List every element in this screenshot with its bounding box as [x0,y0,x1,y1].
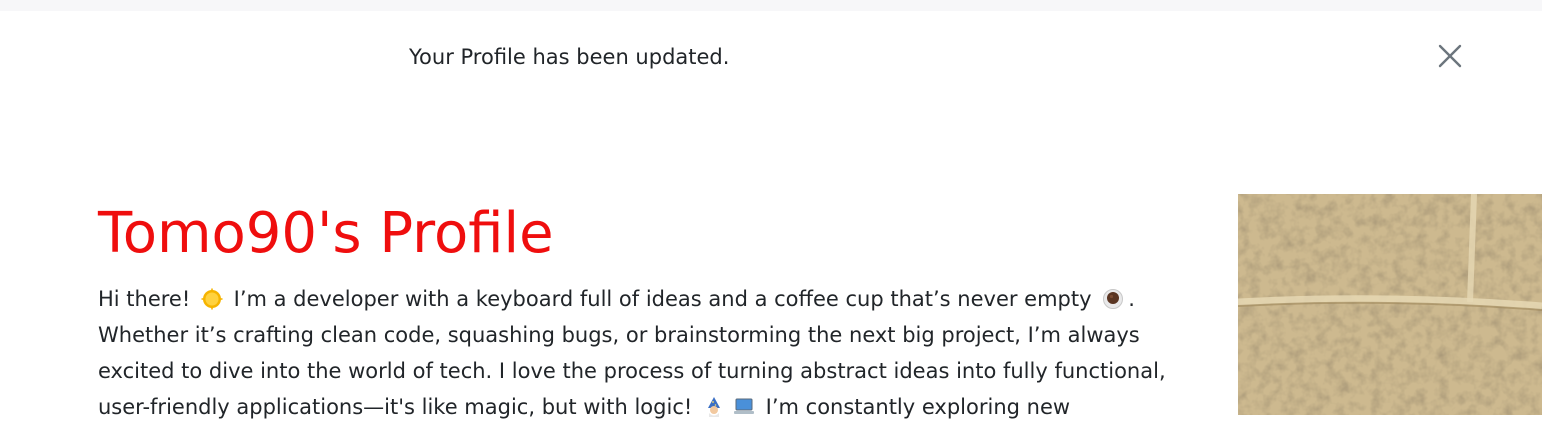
coffee-icon [1102,288,1124,310]
bio-text: user-friendly applications—it's like mag… [98,395,699,419]
page-title: Tomo90's Profile [98,201,554,266]
bio-text: . [1128,287,1135,311]
bio-text: Hi there! [98,287,197,311]
bio-text: I’m a developer with a keyboard full of … [226,287,1099,311]
bio-line-2: Whether it’s crafting clean code, squash… [98,323,1140,347]
bio-text: I’m constantly exploring new [758,395,1071,419]
bio-line-3: excited to dive into the world of tech. … [98,359,1166,383]
alert-message: Your Profile has been updated. [409,45,730,69]
top-strip [0,0,1542,11]
close-alert-button[interactable] [1432,38,1468,74]
close-icon [1438,44,1462,68]
bio-line-1: Hi there! I’m a developer with a keyboar… [98,281,1178,317]
bio-line-4: user-friendly applications—it's like mag… [98,389,1178,425]
sun-icon [201,288,223,310]
avatar [1238,194,1542,415]
profile-bio: Hi there! I’m a developer with a keyboar… [98,281,1178,425]
